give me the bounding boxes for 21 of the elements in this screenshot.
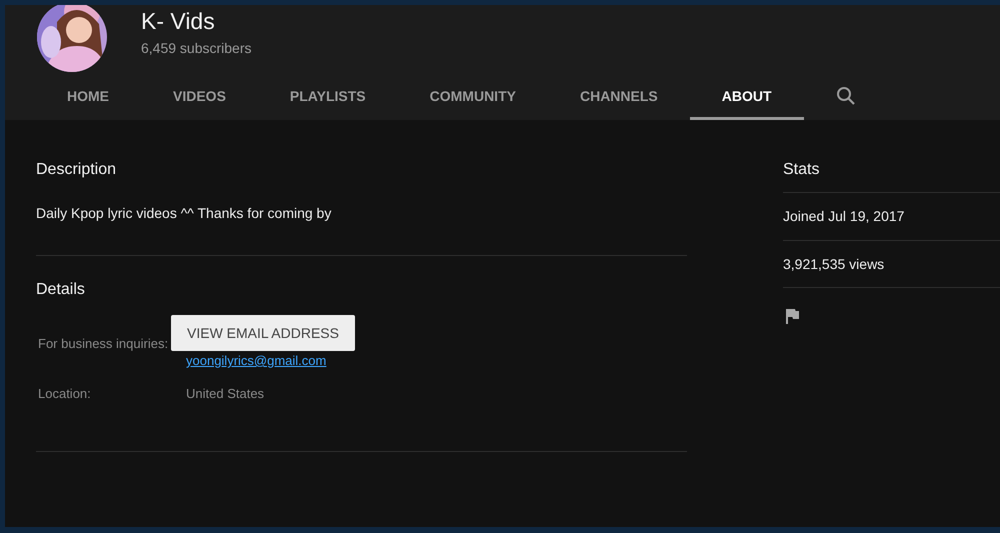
view-email-button[interactable]: VIEW EMAIL ADDRESS (171, 315, 355, 351)
tab[interactable]: VIDEOS (141, 72, 258, 120)
joined-date: Joined Jul 19, 2017 (783, 208, 904, 224)
tab[interactable]: CHANNELS (548, 72, 690, 120)
tab[interactable]: ABOUT (690, 72, 804, 120)
section-heading: Stats (783, 161, 820, 179)
channel-name: K- Vids (141, 7, 216, 35)
description-text: Daily Kpop lyric videos ^^ Thanks for coming by (36, 205, 332, 221)
location-value: United States (186, 386, 264, 401)
subscriber-count: 6,459 subscribers (141, 40, 252, 56)
tab[interactable]: HOME (35, 72, 141, 120)
section-heading: Details (36, 281, 86, 299)
search-icon[interactable] (836, 86, 856, 106)
email-link[interactable]: yoongilyrics@gmail.com (186, 353, 326, 368)
section-heading: Description (36, 161, 118, 179)
view-count: 3,921,535 views (783, 256, 884, 272)
flag-icon[interactable] (783, 307, 801, 325)
field-label: For business inquiries: (38, 336, 170, 351)
tab[interactable]: COMMUNITY (398, 72, 548, 120)
tab[interactable]: PLAYLISTS (258, 72, 398, 120)
field-label: Location: (38, 386, 92, 401)
